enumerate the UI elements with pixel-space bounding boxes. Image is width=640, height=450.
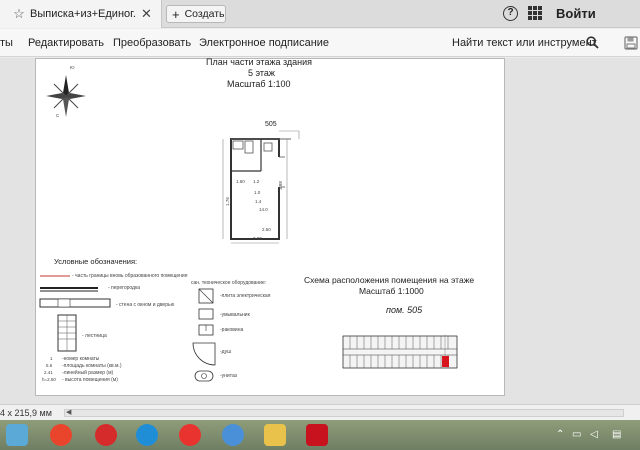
yandex-browser-icon[interactable]	[179, 424, 201, 446]
legend-item-5: -номер комнаты	[62, 356, 100, 362]
room-area-label: 14.0	[259, 207, 268, 212]
compass-label-s: С	[56, 113, 60, 118]
page-size-label: 4 x 215,9 мм	[0, 408, 52, 418]
compass-rose-icon	[46, 75, 86, 117]
tab-title: Выписка+из+Единог...	[30, 8, 135, 20]
dim-label-2: 1.2	[253, 179, 260, 184]
acrobat-icon[interactable]	[306, 424, 328, 446]
dim-label-1: 1.60	[236, 179, 245, 184]
save-icon[interactable]	[624, 36, 638, 50]
star-icon[interactable]: ☆	[8, 6, 30, 22]
document-viewport[interactable]: План части этажа здания 5 этаж Масштаб 1…	[0, 58, 640, 404]
menu-item-edit[interactable]: Редактировать	[28, 37, 104, 49]
legend-item-7: -линейный размер (м)	[62, 370, 114, 376]
legend-title: Условные обозначения:	[54, 257, 138, 266]
width-label: 3.00	[253, 236, 262, 241]
sanitary-legend-title: сан. техническое оборудование:	[191, 280, 267, 286]
legend-item-8: - высота помещения (м)	[62, 377, 118, 383]
legend-item-4: - лестница	[82, 333, 107, 339]
acrobat-toolbar: ты Редактировать Преобразовать Электронн…	[0, 29, 640, 57]
scheme-room-label: пом. 505	[386, 305, 423, 315]
sanitary-item-5: -унитаз	[220, 373, 237, 379]
compass-label-n: Ю	[70, 65, 75, 70]
sanitary-item-4: -душ	[220, 349, 232, 355]
document-tab[interactable]: ☆ Выписка+из+Единог... ✕	[0, 0, 162, 28]
opera-icon[interactable]	[95, 424, 117, 446]
plus-icon: +	[172, 6, 180, 22]
create-button[interactable]: + Создать	[166, 5, 226, 23]
scheme-scale: Масштаб 1:1000	[359, 286, 424, 296]
create-label: Создать	[184, 8, 225, 20]
signin-button[interactable]: Войти	[556, 6, 596, 21]
dim-label-5: 1.4	[255, 199, 262, 204]
scheme-title: Схема расположения помещения на этаже	[304, 275, 475, 285]
sanitary-symbols	[192, 288, 216, 382]
tray-chevron-icon[interactable]: ⌃	[556, 429, 564, 440]
network-icon[interactable]: ▤	[612, 429, 621, 440]
volume-icon[interactable]: ◁	[590, 429, 598, 440]
chrome-icon[interactable]	[222, 424, 244, 446]
legend-sample-2: 5.6	[46, 363, 53, 368]
sanitary-item-3: -раковина	[220, 327, 244, 333]
calculator-icon[interactable]	[6, 424, 28, 446]
menu-item-esign[interactable]: Электронное подписание	[199, 37, 329, 49]
legend-sample-3: 2.41	[44, 370, 53, 375]
help-icon[interactable]: ?	[503, 6, 518, 21]
legend-item-3: - стена с окном и дверью	[116, 302, 175, 308]
edge-icon[interactable]	[136, 424, 158, 446]
search-icon[interactable]	[586, 36, 599, 49]
battery-icon[interactable]: ▭	[572, 429, 581, 440]
menu-item-tools[interactable]: ты	[0, 37, 13, 49]
scroll-left-icon[interactable]: ◀	[66, 408, 71, 416]
dim-label-4: 1.76	[224, 197, 230, 206]
browser-tab-bar: ☆ Выписка+из+Единог... ✕ + Создать ? Вой…	[0, 0, 640, 28]
dim-label-3: 1.0	[254, 190, 261, 195]
find-tool-label[interactable]: Найти текст или инструмент	[452, 37, 597, 49]
horizontal-scrollbar[interactable]: ◀	[64, 409, 624, 417]
sanitary-item-1: -плита электрическая	[220, 293, 271, 299]
menu-item-convert[interactable]: Преобразовать	[113, 37, 191, 49]
status-bar: 4 x 215,9 мм ◀	[0, 404, 640, 420]
windows-taskbar: ⌃ ▭ ◁ ▤	[0, 420, 640, 450]
plan-floor: 5 этаж	[248, 68, 275, 78]
legend-item-2: - перегородка	[108, 285, 141, 291]
yandex-icon[interactable]	[50, 424, 72, 446]
close-icon[interactable]: ✕	[141, 6, 152, 22]
plan-scale: Масштаб 1:100	[227, 79, 291, 89]
legend-item-6: -площадь комнаты (кв.м.)	[62, 363, 122, 369]
legend-sample-1: 1	[50, 356, 53, 361]
floor-scheme-drawing	[342, 335, 458, 369]
legend-sample-4: h=2.50	[42, 377, 56, 382]
sanitary-item-2: -умывальник	[220, 312, 250, 318]
pdf-page: План части этажа здания 5 этаж Масштаб 1…	[35, 58, 505, 396]
legend-item-1: - часть границы вновь образованного поме…	[72, 273, 188, 279]
plan-title: План части этажа здания	[206, 58, 313, 67]
dim-label-6: 3.88	[277, 181, 283, 190]
file-explorer-icon[interactable]	[264, 424, 286, 446]
apps-grid-icon[interactable]	[528, 6, 542, 20]
height-label: 2.50	[262, 227, 271, 232]
